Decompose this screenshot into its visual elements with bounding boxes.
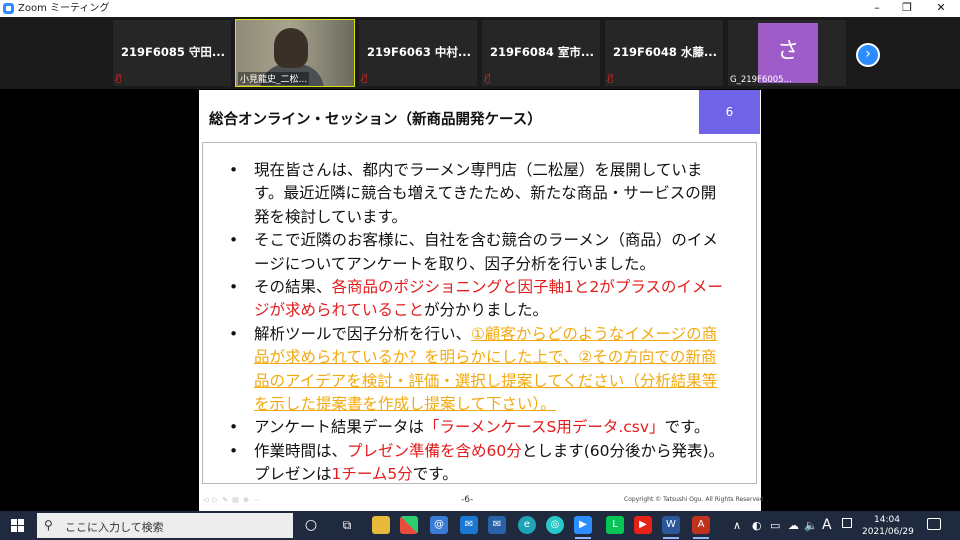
edge-icon[interactable]: e — [518, 516, 536, 534]
bullet-text: 解析ツールで因子分析を行い、 — [254, 324, 472, 343]
presentation-slide: 総合オンライン・セッション（新商品開発ケース） 6 現在皆さんは、都内でラーメン… — [199, 90, 764, 511]
ime-indicator[interactable]: A — [822, 517, 832, 533]
zoom-taskbar-icon[interactable]: ▶ — [574, 516, 592, 539]
tray-meet-icon[interactable]: ▭ — [770, 519, 780, 532]
chrome-icon[interactable]: ◎ — [546, 516, 564, 534]
slide-title: 総合オンライン・セッション（新商品開発ケース） — [209, 112, 542, 128]
bullet-item: その結果、各商品のポジショニングと因子軸1と2がプラスのイメージが求められている… — [229, 276, 729, 323]
bullet-highlight-red: 1チーム5分 — [331, 465, 413, 484]
muted-mic-icon: 🎙̸ — [362, 74, 368, 84]
bullet-text: です。 — [412, 465, 458, 484]
bullet-text: です。 — [664, 418, 710, 437]
participant-strip: 219F6085 守田... 🎙̸ 小見龍史_二松... 219F6063 中村… — [0, 17, 960, 89]
slide-copyright: Copyright © Tatsushi Ogu. All Rights Res… — [624, 496, 764, 503]
volume-icon[interactable]: 🔈 — [804, 519, 818, 532]
search-placeholder: ここに入力して検索 — [65, 521, 164, 534]
participant-avatar: さ — [758, 23, 818, 83]
participant-tile[interactable]: 219F6048 水藤... 🎙̸ — [605, 20, 723, 86]
mail-app-icon[interactable]: @ — [430, 516, 448, 534]
participant-name: 小見龍史_二松... — [238, 72, 310, 85]
clock-time: 14:04 — [874, 515, 900, 525]
participant-avatar-tile[interactable]: さ G_219F6005... — [728, 20, 846, 86]
zoom-logo-icon — [3, 3, 14, 14]
tray-box-icon[interactable] — [842, 518, 852, 528]
slide-toolbar-icons[interactable]: ◁ ▷ ✎ ▤ ⊕ ⋯ — [203, 496, 261, 504]
bullet-highlight-red: 「ラーメンケースS用データ.csv」 — [423, 418, 665, 437]
bullet-item: 作業時間は、プレゼン準備を含め60分とします(60分後から発表)。プレゼンは1チ… — [229, 440, 729, 487]
slide-bullet-list: 現在皆さんは、都内でラーメン専門店（二松屋）を展開しています。最近近隣に競合も増… — [229, 159, 729, 487]
cortana-icon[interactable]: ○ — [302, 516, 320, 534]
mail-icon[interactable]: ✉ — [460, 516, 478, 534]
acrobat-icon[interactable]: A — [692, 516, 710, 539]
tray-chevron-icon[interactable]: ∧ — [733, 519, 741, 532]
slide-number: 6 — [699, 90, 760, 134]
muted-mic-icon: 🎙̸ — [608, 74, 614, 84]
word-icon[interactable]: W — [662, 516, 680, 539]
bullet-text: 作業時間は、 — [254, 441, 348, 460]
participant-name: 219F6063 中村... — [367, 45, 471, 59]
participant-name: G_219F6005... — [730, 75, 792, 85]
bullet-text: アンケート結果データは — [254, 418, 424, 437]
participant-name: 219F6085 守田... — [121, 45, 225, 59]
window-title-bar: Zoom ミーティング – ❐ ✕ — [0, 0, 960, 17]
participant-name: 219F6048 水藤... — [613, 45, 717, 59]
maximize-button[interactable]: ❐ — [890, 0, 924, 17]
youtube-icon[interactable]: ▶ — [634, 516, 652, 534]
outlook-icon[interactable]: ✉ — [488, 516, 506, 534]
clock-date: 2021/06/29 — [862, 527, 914, 537]
participant-video-tile[interactable]: 小見龍史_二松... — [235, 19, 355, 87]
bullet-item: 現在皆さんは、都内でラーメン専門店（二松屋）を展開しています。最近近隣に競合も増… — [229, 159, 729, 229]
muted-mic-icon: 🎙̸ — [485, 74, 491, 84]
taskbar-clock[interactable]: 14:04 2021/06/29 — [862, 514, 914, 538]
bullet-item: アンケート結果データは「ラーメンケースS用データ.csv」です。 — [229, 416, 729, 440]
tray-app-icon[interactable]: ◐ — [752, 519, 762, 532]
taskbar-search-box[interactable]: ⚲ ここに入力して検索 — [37, 513, 293, 538]
bullet-item: そこで近隣のお客様に、自社を含む競合のラーメン（商品）のイメージについてアンケー… — [229, 229, 729, 276]
search-icon: ⚲ — [44, 518, 53, 532]
bullet-text: が分かりました。 — [424, 301, 549, 320]
store-icon[interactable] — [400, 516, 418, 534]
slide-footer-page: -6- — [461, 495, 474, 505]
bullet-text: そこで近隣のお客様に、自社を含む競合のラーメン（商品）のイメージについてアンケー… — [254, 231, 718, 273]
participant-tile[interactable]: 219F6063 中村... 🎙̸ — [359, 20, 477, 86]
window-title: Zoom ミーティング — [18, 3, 110, 14]
task-view-icon[interactable]: ⧉ — [338, 516, 356, 534]
bullet-item: 解析ツールで因子分析を行い、①顧客からどのようなイメージの商品が求められているか… — [229, 323, 729, 417]
line-icon[interactable]: L — [606, 516, 624, 534]
participant-tile[interactable]: 219F6084 室市... 🎙̸ — [482, 20, 600, 86]
participant-name: 219F6084 室市... — [490, 45, 594, 59]
close-button[interactable]: ✕ — [924, 0, 958, 17]
video-person-head — [274, 28, 308, 68]
minimize-button[interactable]: – — [860, 0, 894, 17]
tray-network-icon[interactable]: ☁ — [788, 519, 799, 532]
windows-start-icon[interactable] — [11, 519, 24, 532]
next-page-arrow-icon[interactable]: › — [856, 43, 880, 67]
participant-tile[interactable]: 219F6085 守田... 🎙̸ — [113, 20, 231, 86]
windows-taskbar: ⚲ ここに入力して検索 ○ ⧉ @ ✉ ✉ e ◎ ▶ L ▶ W A ∧ ◐ … — [0, 511, 960, 540]
bullet-text: その結果、 — [254, 278, 332, 297]
bullet-text: 現在皆さんは、都内でラーメン専門店（二松屋）を展開しています。最近近隣に競合も増… — [254, 161, 717, 226]
notification-icon[interactable] — [927, 518, 941, 530]
file-explorer-icon[interactable] — [372, 516, 390, 534]
muted-mic-icon: 🎙̸ — [116, 74, 122, 84]
bullet-highlight-red: プレゼン準備を含め60分 — [347, 441, 522, 460]
